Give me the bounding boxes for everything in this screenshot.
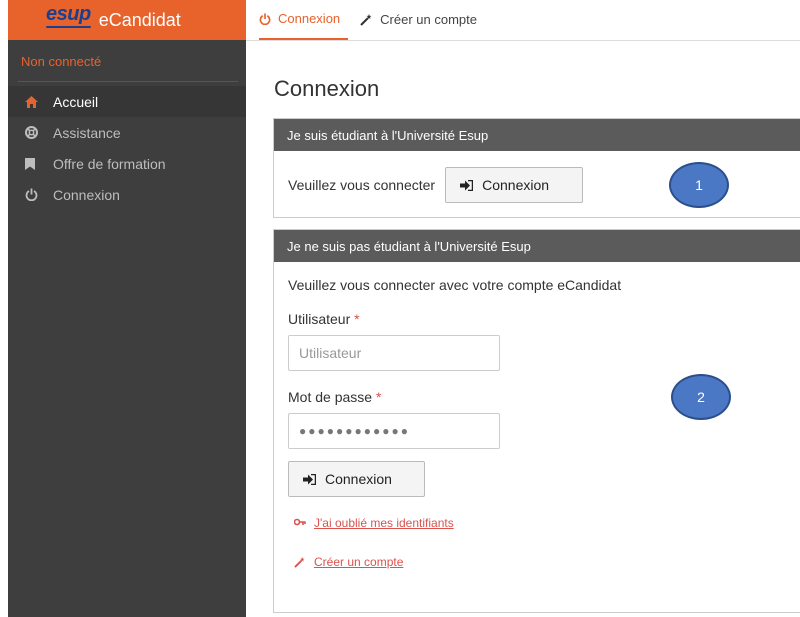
panel-heading: Je ne suis pas étudiant à l'Université E… xyxy=(274,230,800,262)
required-mark: * xyxy=(354,311,360,327)
panel-heading: Je suis étudiant à l'Université Esup xyxy=(274,119,800,151)
sidebar: esup eCandidat Non connecté Accueil Assi… xyxy=(8,0,246,617)
power-icon xyxy=(25,188,53,201)
sidebar-divider xyxy=(18,81,238,82)
magic-wand-icon xyxy=(294,556,306,568)
login-form: Veuillez vous connecter avec votre compt… xyxy=(274,262,800,581)
login-prompt: Veuillez vous connecter xyxy=(288,177,436,193)
power-icon xyxy=(259,12,271,25)
lifebuoy-icon xyxy=(25,126,53,139)
sidebar-item-offre-de-formation[interactable]: Offre de formation xyxy=(8,148,246,179)
sign-in-icon xyxy=(460,179,474,191)
user-label-text: Utilisateur xyxy=(288,311,351,327)
tab-connexion[interactable]: Connexion xyxy=(259,0,349,40)
button-label: Connexion xyxy=(482,177,550,193)
top-tab-bar: Connexion Créer un compte xyxy=(246,0,800,41)
button-label: Connexion xyxy=(325,471,392,487)
key-icon xyxy=(294,518,306,528)
app-name: eCandidat xyxy=(98,9,181,30)
user-label: Utilisateur * xyxy=(288,311,798,327)
link-label: J'ai oublié mes identifiants xyxy=(314,516,454,530)
password-label-text: Mot de passe xyxy=(288,389,373,405)
esup-logo: esup xyxy=(46,2,91,28)
sidebar-item-label: Connexion xyxy=(53,186,120,203)
annotation-marker-2: 2 xyxy=(671,374,731,420)
sign-in-icon xyxy=(303,473,316,485)
form-intro: Veuillez vous connecter avec votre compt… xyxy=(288,277,622,293)
magic-wand-icon xyxy=(360,13,373,26)
student-login-panel: Je suis étudiant à l'Université Esup Veu… xyxy=(273,118,800,218)
tab-label: Créer un compte xyxy=(380,12,477,27)
sidebar-item-label: Accueil xyxy=(53,93,99,110)
non-student-login-panel: Je ne suis pas étudiant à l'Université E… xyxy=(273,229,800,613)
brand-header[interactable]: esup eCandidat xyxy=(8,0,246,40)
required-mark: * xyxy=(375,389,382,405)
account-login-button[interactable]: Connexion xyxy=(288,461,425,497)
tab-label: Connexion xyxy=(278,11,341,26)
connection-status: Non connecté xyxy=(21,54,102,69)
sidebar-item-label: Offre de formation xyxy=(53,155,166,172)
sidebar-item-label: Assistance xyxy=(53,124,121,141)
link-label: Créer un compte xyxy=(314,555,404,569)
username-input[interactable] xyxy=(288,335,500,371)
sidebar-menu: Accueil Assistance Offre de formation Co… xyxy=(8,86,246,210)
password-input[interactable]: ●●●●●●●●●●●● xyxy=(288,413,500,449)
home-icon xyxy=(25,95,53,108)
tab-creer-un-compte[interactable]: Créer un compte xyxy=(360,0,477,40)
page-title: Connexion xyxy=(274,76,380,101)
annotation-marker-1: 1 xyxy=(669,162,729,208)
create-account-link[interactable]: Créer un compte xyxy=(294,555,798,569)
sidebar-item-assistance[interactable]: Assistance xyxy=(8,117,246,148)
forgot-credentials-link[interactable]: J'ai oublié mes identifiants xyxy=(294,516,798,530)
bookmark-icon xyxy=(25,157,53,170)
student-login-button[interactable]: Connexion xyxy=(445,167,584,203)
sidebar-item-accueil[interactable]: Accueil xyxy=(8,86,246,117)
sidebar-item-connexion[interactable]: Connexion xyxy=(8,179,246,210)
